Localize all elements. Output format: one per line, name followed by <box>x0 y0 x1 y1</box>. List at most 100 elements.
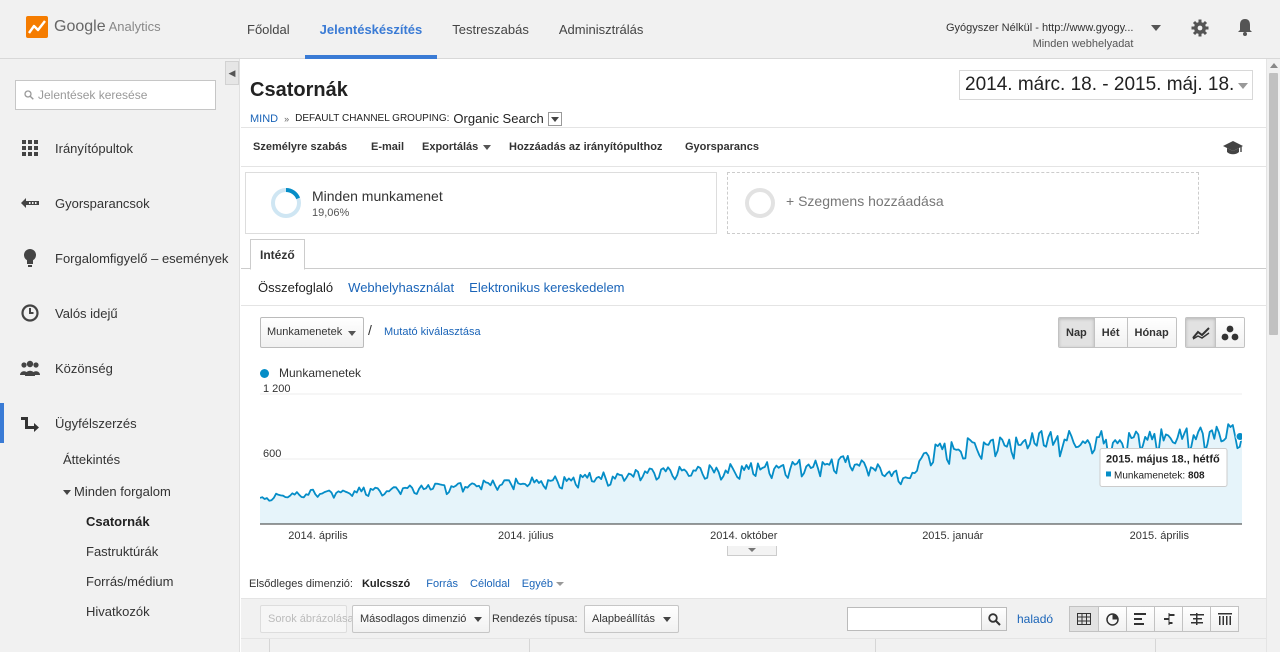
table-view-performance-button[interactable] <box>1126 607 1154 631</box>
table-view-pivot-button[interactable] <box>1210 607 1238 631</box>
table-view-pie-button[interactable] <box>1098 607 1126 631</box>
line-chart-icon <box>1191 326 1210 340</box>
nav-tab-admin[interactable]: Adminisztrálás <box>544 0 659 59</box>
sidebar-item-realtime[interactable]: Valós idejű <box>0 293 240 333</box>
plot-rows-button[interactable]: Sorok ábrázolása <box>260 605 354 633</box>
nav-tab-home[interactable]: Főoldal <box>232 0 305 59</box>
report-search-input[interactable] <box>38 88 208 102</box>
chart-legend: Munkamenetek <box>260 366 361 380</box>
x-tick-label: 2014. július <box>498 530 554 542</box>
account-selector[interactable]: Gyógyszer Nélkül - http://www.gyogy... M… <box>946 20 1133 52</box>
people-icon <box>20 358 40 378</box>
collapse-sidebar-button[interactable]: ◀ <box>225 61 239 85</box>
sidebar-item-acquisition[interactable]: Ügyfélszerzés <box>0 403 240 443</box>
hover-point[interactable] <box>1235 431 1242 441</box>
lightbulb-icon <box>20 248 40 268</box>
advanced-filter-link[interactable]: haladó <box>1017 612 1053 626</box>
series-area-fill <box>260 424 1242 524</box>
sidebar-sub-overview[interactable]: Áttekintés <box>63 452 120 467</box>
page-scrollbar[interactable] <box>1266 59 1280 652</box>
table-view-toggle <box>1069 606 1239 632</box>
bar-list-icon <box>1134 613 1146 625</box>
select-metric-link[interactable]: Mutató kiválasztása <box>384 326 481 338</box>
line-chart-button[interactable] <box>1186 318 1215 347</box>
add-to-dashboard-button[interactable]: Hozzáadás az irányítópulthoz <box>509 141 662 153</box>
sidebar-item-dashboards[interactable]: Irányítópultok <box>0 128 240 168</box>
dimension-other[interactable]: Egyéb <box>522 578 564 590</box>
table-view-term-cloud-button[interactable] <box>1182 607 1210 631</box>
report-main: Csatornák 2014. márc. 18. - 2015. máj. 1… <box>241 59 1266 652</box>
page-title: Csatornák <box>250 79 348 101</box>
explorer-tab-row: Intéző <box>241 239 1266 270</box>
segment-all-sessions[interactable]: Minden munkamenet 19,06% <box>245 172 717 234</box>
gear-icon[interactable] <box>1190 18 1210 38</box>
sessions-area-chart[interactable]: 1 200 600 2014. április 2014. július 2014.… <box>260 384 1242 546</box>
period-toggle: Nap Hét Hónap <box>1058 317 1177 348</box>
shortcut-button[interactable]: Gyorsparancs <box>685 141 759 153</box>
subtab-ecommerce[interactable]: Elektronikus kereskedelem <box>469 280 624 295</box>
customize-button[interactable]: Személyre szabás <box>253 141 347 153</box>
subtab-site-usage[interactable]: Webhelyhasználat <box>348 280 454 295</box>
y-tick-label: 600 <box>263 448 281 460</box>
breadcrumb-separator-icon: » <box>284 113 290 124</box>
bell-icon[interactable] <box>1235 17 1255 37</box>
breadcrumb-group: Default Channel Grouping: <box>295 113 450 124</box>
tab-explorer[interactable]: Intéző <box>250 239 305 270</box>
scroll-up-icon[interactable] <box>1270 63 1278 68</box>
table-search-button[interactable] <box>981 608 1006 630</box>
nav-tab-customization[interactable]: Testreszabás <box>437 0 544 59</box>
channel-group-dropdown[interactable] <box>547 111 562 126</box>
export-button[interactable]: Exportálás <box>422 141 492 153</box>
graduation-cap-icon[interactable] <box>1223 140 1243 156</box>
dimension-landing-page[interactable]: Céloldal <box>470 578 510 590</box>
dimension-keyword[interactable]: Kulcsszó <box>362 578 410 590</box>
nav-tab-reporting[interactable]: Jelentéskészítés <box>304 0 438 59</box>
sidebar-sub-all-traffic[interactable]: Minden forgalom <box>63 484 171 499</box>
sort-type-label: Rendezés típusa: <box>492 613 578 625</box>
period-day-button[interactable]: Nap <box>1059 318 1094 347</box>
sidebar-item-audience[interactable]: Közönség <box>0 348 240 388</box>
sidebar-item-label: Forgalomfigyelő – események <box>55 250 229 266</box>
expand-chart-handle[interactable] <box>727 546 777 556</box>
chevron-down-icon <box>663 616 671 622</box>
sidebar-item-shortcuts[interactable]: Gyorsparancsok <box>0 183 240 223</box>
clock-icon <box>20 303 40 323</box>
sidebar-item-intelligence-events[interactable]: Forgalomfigyelő – események <box>0 238 240 278</box>
table-search <box>847 607 1007 631</box>
triangle-down-icon <box>63 490 71 496</box>
sidebar-item-label: Valós idejű <box>55 305 118 321</box>
chevron-down-icon <box>483 144 492 150</box>
breadcrumb-root[interactable]: MIND <box>250 113 278 125</box>
period-week-button[interactable]: Hét <box>1093 318 1127 347</box>
sidebar-sub-channels[interactable]: Csatornák <box>86 514 150 529</box>
dimension-source[interactable]: Forrás <box>426 578 458 590</box>
sidebar-sub-referrals[interactable]: Hivatkozók <box>86 604 150 619</box>
chevron-down-icon[interactable] <box>1151 25 1161 31</box>
secondary-dimension-dropdown[interactable]: Másodlagos dimenzió <box>352 605 491 633</box>
tooltip-metric-label: Munkamenetek: <box>1114 470 1185 481</box>
subtab-summary[interactable]: Összefoglaló <box>258 280 333 295</box>
table-view-comparison-button[interactable] <box>1154 607 1182 631</box>
date-range-picker[interactable]: 2014. márc. 18. - 2015. máj. 18. <box>959 70 1253 100</box>
motion-chart-button[interactable] <box>1215 318 1244 347</box>
table-search-input[interactable] <box>848 608 981 630</box>
table-header <box>241 639 1266 652</box>
google-analytics-logo[interactable]: Google Analytics <box>26 16 161 38</box>
table-view-data-button[interactable] <box>1070 607 1098 631</box>
report-search-box[interactable] <box>15 80 216 110</box>
columns-icon <box>1217 613 1232 625</box>
sidebar-sub-source-medium[interactable]: Forrás/médium <box>86 574 173 589</box>
primary-dimension-label: Elsődleges dimenzió: <box>249 578 353 590</box>
period-month-button[interactable]: Hónap <box>1126 318 1176 347</box>
metric-separator: / <box>368 322 372 338</box>
tooltip-date: 2015. május 18., hétfő <box>1106 453 1220 465</box>
sidebar-sub-treemaps[interactable]: Fastruktúrák <box>86 544 158 559</box>
add-segment-button[interactable]: + Szegmens hozzáadása <box>727 172 1199 234</box>
sort-type-dropdown[interactable]: Alapbeállítás <box>584 605 679 633</box>
x-tick-label: 2014. április <box>288 530 348 542</box>
search-icon <box>24 90 34 100</box>
metric-dropdown[interactable]: Munkamenetek <box>260 317 364 348</box>
sidebar-item-label: Gyorsparancsok <box>55 195 150 211</box>
scrollbar-thumb[interactable] <box>1269 73 1278 335</box>
email-button[interactable]: E-mail <box>371 141 404 153</box>
